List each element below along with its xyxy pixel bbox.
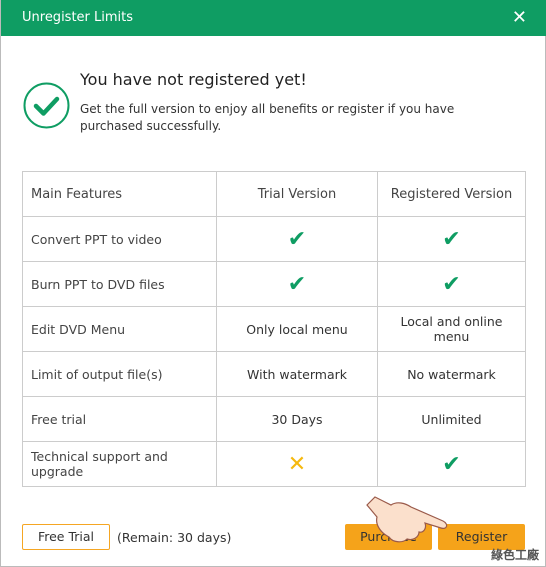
trial-cell: 30 Days: [216, 396, 378, 442]
feature-cell: Convert PPT to video: [22, 216, 217, 262]
header-registered: Registered Version: [377, 171, 526, 217]
registered-cell: Unlimited: [377, 396, 526, 442]
table-row: Free trial 30 Days Unlimited: [22, 396, 526, 442]
registered-cell: No watermark: [377, 351, 526, 397]
table-row: Technical support and upgrade ✕ ✔: [22, 441, 526, 487]
window-title: Unregister Limits: [22, 10, 134, 25]
trial-cell: With watermark: [216, 351, 378, 397]
dialog-window: Unregister Limits ✕ You have not registe…: [0, 0, 546, 567]
table-row: Convert PPT to video ✔ ✔: [22, 216, 526, 262]
message-body: Get the full version to enjoy all benefi…: [80, 102, 455, 133]
close-icon[interactable]: ✕: [512, 0, 527, 36]
check-icon: ✔: [216, 261, 378, 307]
remaining-days-label: (Remain: 30 days): [117, 530, 232, 545]
table-row: Limit of output file(s) With watermark N…: [22, 351, 526, 397]
free-trial-button[interactable]: Free Trial: [22, 524, 110, 550]
table-row: Burn PPT to DVD files ✔ ✔: [22, 261, 526, 307]
check-circle-icon: [23, 82, 70, 129]
header-feature: Main Features: [22, 171, 217, 217]
feature-cell: Free trial: [22, 396, 217, 442]
title-bar: Unregister Limits: [1, 0, 546, 36]
feature-cell: Edit DVD Menu: [22, 306, 217, 352]
table-row: Edit DVD Menu Only local menu Local and …: [22, 306, 526, 352]
cross-icon: ✕: [216, 441, 378, 487]
trial-cell: Only local menu: [216, 306, 378, 352]
table-header-row: Main Features Trial Version Registered V…: [22, 171, 526, 217]
message-title: You have not registered yet!: [80, 70, 307, 89]
check-icon: ✔: [377, 441, 526, 487]
check-icon: ✔: [216, 216, 378, 262]
header-trial: Trial Version: [216, 171, 378, 217]
feature-cell: Limit of output file(s): [22, 351, 217, 397]
feature-cell: Burn PPT to DVD files: [22, 261, 217, 307]
feature-cell: Technical support and upgrade: [22, 441, 217, 487]
check-icon: ✔: [377, 216, 526, 262]
pointing-hand-icon: [366, 496, 448, 543]
registered-cell: Local and online menu: [377, 306, 526, 352]
check-icon: ✔: [377, 261, 526, 307]
feature-comparison-table: Main Features Trial Version Registered V…: [22, 171, 526, 487]
watermark: 綠色工廠: [490, 548, 539, 562]
